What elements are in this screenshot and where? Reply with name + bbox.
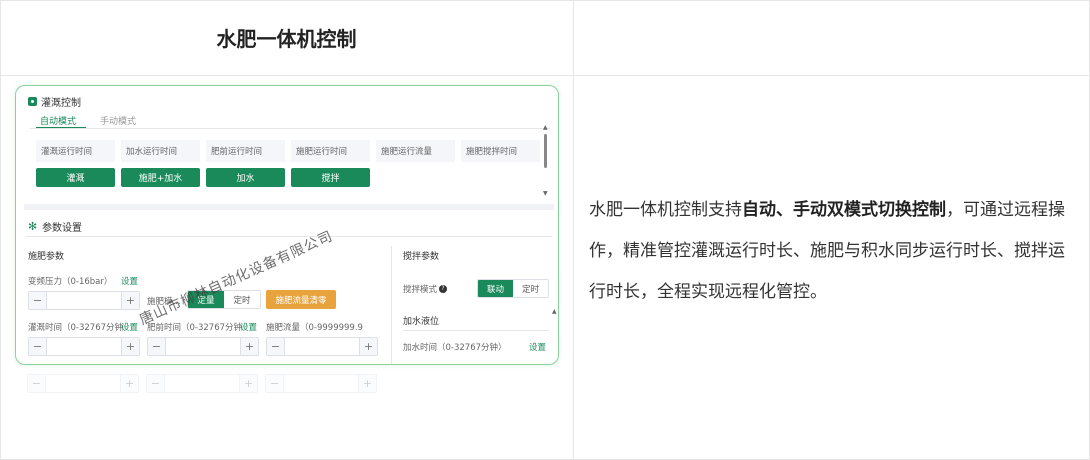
irr-time-label: 灌溉时间（0-32767分钟 (28, 323, 124, 333)
scroll-up-icon[interactable]: ▲ (552, 308, 557, 315)
info-icon[interactable]: ? (439, 285, 448, 293)
plus-icon[interactable]: + (121, 292, 139, 309)
stir-timed-option[interactable]: 定时 (513, 280, 548, 297)
metric-irrigation-time: 灌溉运行时间 (36, 140, 115, 162)
stir-mode-toggle[interactable]: 联动 定时 (477, 279, 549, 298)
minus-icon[interactable]: − (29, 292, 47, 309)
tab-divider (30, 128, 550, 129)
pressure-label: 变频压力（0-16bar） (28, 277, 113, 287)
irrigation-icon (28, 97, 37, 106)
mode-link-option[interactable]: 联动 (478, 280, 513, 297)
description-text-1: 水肥一体机控制支持 (589, 200, 742, 220)
irr-time-set-link[interactable]: 设置 (121, 321, 138, 333)
metric-pre-fert-time: 肥前运行时间 (206, 140, 285, 162)
plus-icon[interactable]: + (240, 338, 258, 355)
card-gap (24, 204, 554, 210)
irrigate-button[interactable]: 灌溉 (36, 168, 115, 187)
clear-fert-flow-button[interactable]: 施肥流量清零 (266, 290, 336, 309)
page-title: 水肥一体机控制 (216, 27, 357, 51)
irrigation-card-title: 灌溉控制 (28, 94, 81, 109)
irrigation-title-label: 灌溉控制 (41, 98, 81, 109)
panel-reflection: − + − + − + (15, 366, 559, 426)
minus-icon[interactable]: − (148, 338, 166, 355)
tab-manual-mode[interactable]: 手动模式 (100, 114, 136, 127)
metric-fert-flow: 施肥运行流量 (376, 140, 455, 162)
fert-time-stepper[interactable]: − + (147, 337, 259, 356)
plus-icon[interactable]: + (121, 338, 139, 355)
feature-description: 水肥一体机控制支持自动、手动双模式切换控制，可通过远程操作，精准管控灌溉运行时长… (589, 190, 1079, 313)
reflection-stepper: − + (146, 374, 258, 393)
column-divider (573, 0, 574, 460)
stir-button[interactable]: 搅拌 (291, 168, 370, 187)
description-highlight: 自动、手动双模式切换控制 (742, 200, 946, 220)
minus-icon[interactable]: − (267, 338, 285, 355)
scroll-up-icon[interactable]: ▲ (543, 124, 548, 131)
params-card-title: ✻ 参数设置 (28, 219, 82, 235)
minus-icon[interactable]: − (29, 338, 47, 355)
add-water-button[interactable]: 加水 (206, 168, 285, 187)
metric-water-time: 加水运行时间 (121, 140, 200, 162)
scroll-down-icon[interactable]: ▼ (543, 190, 548, 197)
water-level-heading: 加水液位 (403, 317, 440, 327)
scrollbar-thumb[interactable] (544, 134, 547, 168)
metric-fert-time: 施肥运行时间 (291, 140, 370, 162)
stir-mode-label-wrap: 搅拌模式? (403, 283, 448, 295)
fert-time-set-link[interactable]: 设置 (240, 321, 257, 333)
gear-icon: ✻ (28, 219, 38, 233)
reflection-stepper: − + (265, 374, 377, 393)
fert-flow-label: 施肥流量（0-9999999.9 (266, 323, 363, 333)
metric-stir-time: 施肥搅拌时间 (461, 140, 540, 162)
water-time-set-link[interactable]: 设置 (529, 341, 546, 353)
water-level-divider (403, 330, 549, 331)
fertilize-water-button[interactable]: 施肥+加水 (121, 168, 200, 187)
section-divider (391, 246, 392, 364)
row-divider (0, 75, 1090, 76)
stir-mode-label: 搅拌模式 (403, 285, 438, 295)
params-divider (26, 236, 552, 237)
fert-flow-stepper[interactable]: − + (266, 337, 378, 356)
pressure-set-link[interactable]: 设置 (121, 275, 138, 287)
control-screenshot-panel: 灌溉控制 自动模式 手动模式 灌溉运行时间 加水运行时间 肥前运行时间 施肥运行… (15, 85, 559, 365)
fert-time-label: 肥前时间（0-32767分钟 (147, 323, 243, 333)
mode-timed-option[interactable]: 定时 (224, 291, 260, 308)
stir-params-heading: 搅拌参数 (403, 252, 440, 262)
irr-time-stepper[interactable]: − + (28, 337, 140, 356)
water-time-label: 加水时间（0-32767分钟） (403, 343, 507, 353)
reflection-stepper: − + (27, 374, 139, 393)
params-title-label: 参数设置 (42, 223, 82, 234)
fert-params-heading: 施肥参数 (28, 252, 65, 262)
pressure-stepper[interactable]: − + (28, 291, 140, 310)
watermark: 唐山市柳林自动化设备有限公司 (137, 228, 336, 329)
tab-auto-mode[interactable]: 自动模式 (40, 114, 76, 127)
plus-icon[interactable]: + (359, 338, 377, 355)
